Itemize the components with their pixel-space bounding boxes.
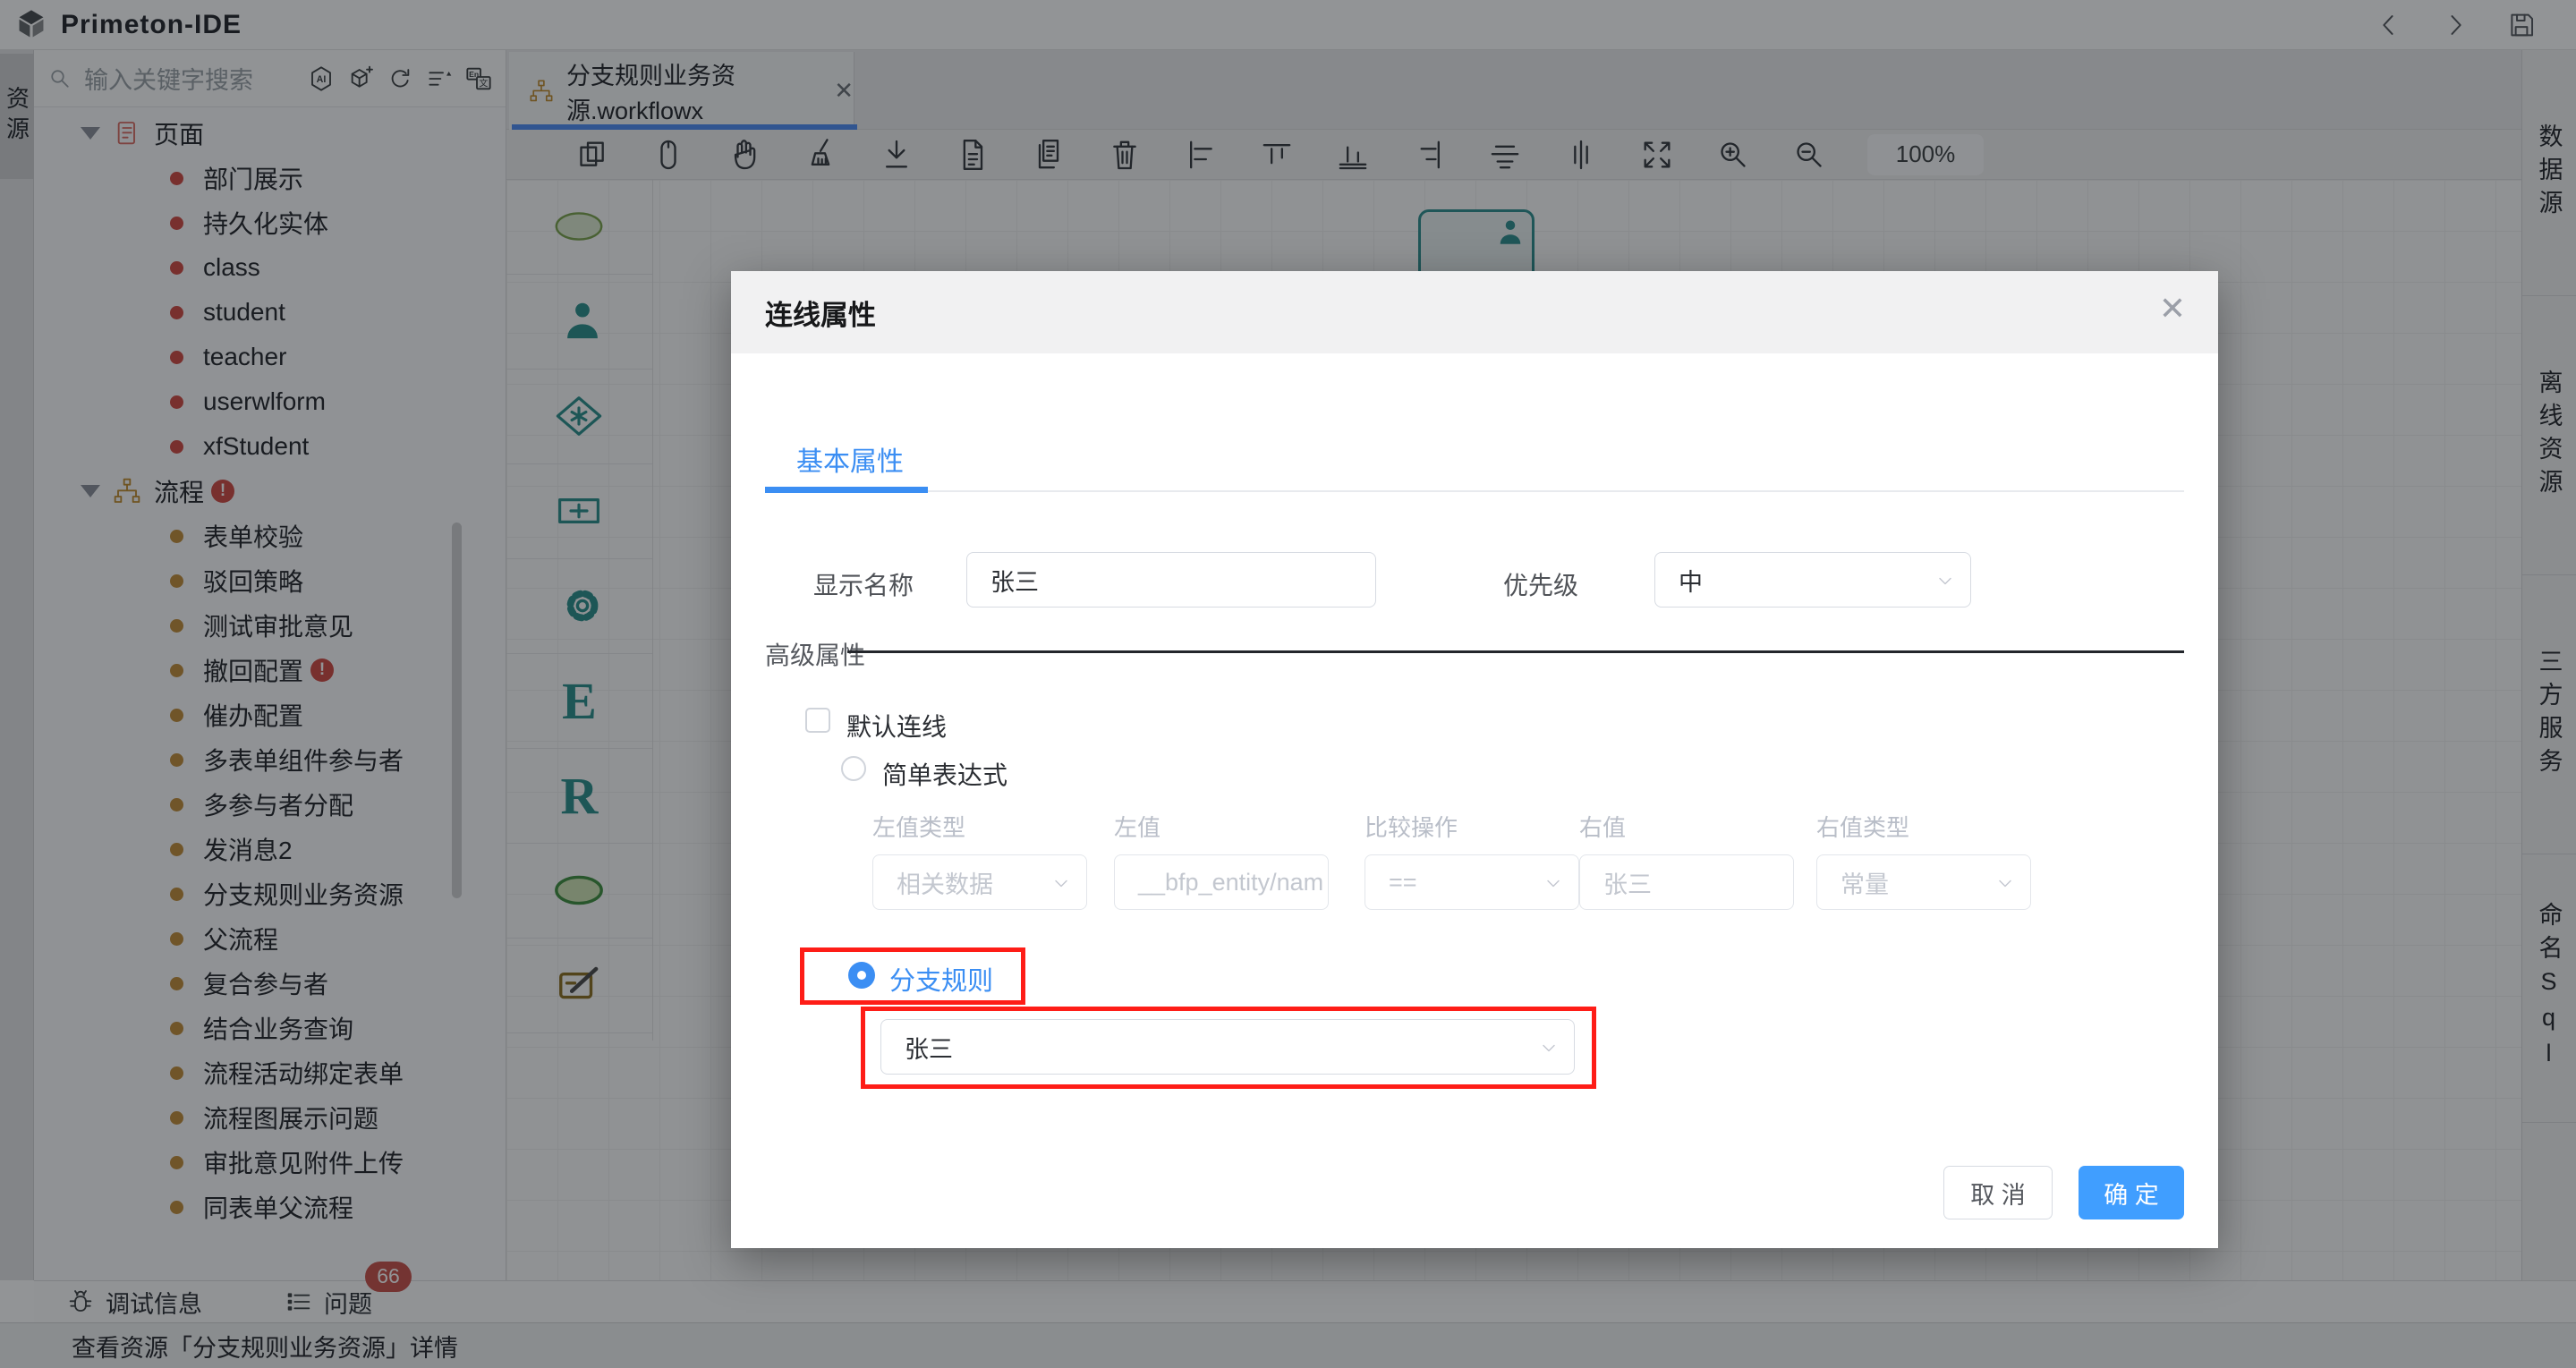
primeton-ide-window: Primeton-IDE 资源 输入关键字搜索 AI En 文 页面 部门展示 持久化实… [0,0,2576,1368]
default-line-checkbox[interactable] [805,708,830,733]
expr-label-比较操作: 比较操作 [1365,814,1458,841]
annotation-box-select [861,1007,1596,1089]
advanced-section-label: 高级属性 [765,642,866,669]
tab-separator-line [765,490,2184,492]
field-value: 相关数据 [897,871,993,898]
expr-select-左值类型[interactable]: 相关数据 [872,854,1087,910]
expr-input-右值[interactable]: 张三 [1579,854,1794,910]
tab-active-underline [765,487,928,493]
display-name-input[interactable]: 张三 [966,552,1376,608]
field-value: 张三 [1603,871,1652,898]
field-value: == [1389,868,1417,896]
annotation-box-radio [800,947,1025,1005]
expr-label-右值: 右值 [1579,814,1627,841]
expr-select-右值类型[interactable]: 常量 [1816,854,2031,910]
confirm-button[interactable]: 确 定 [2079,1166,2184,1219]
default-line-label: 默认连线 [846,713,948,741]
simple-expression-radio[interactable] [841,756,866,781]
expr-label-左值: 左值 [1114,814,1161,841]
field-value: 常量 [1841,871,1889,898]
simple-expression-label: 简单表达式 [882,761,1008,789]
priority-select[interactable]: 中 [1654,552,1971,608]
chevron-down-icon [1994,873,2016,895]
tab-basic-properties[interactable]: 基本属性 [796,439,904,479]
advanced-section-line [847,650,2184,653]
expr-select-比较操作[interactable]: == [1365,854,1579,910]
chevron-down-icon [1934,571,1956,592]
dialog-close-icon[interactable]: ✕ [2159,293,2186,325]
chevron-down-icon [1050,873,1072,895]
priority-label: 优先级 [1503,572,1579,599]
field-value: __bfp_entity/nam [1138,868,1324,896]
edge-properties-dialog: 连线属性 ✕ 基本属性 显示名称 张三 优先级 中 高级属性 默认连线 简单表达… [731,271,2218,1248]
expr-input-左值[interactable]: __bfp_entity/nam [1114,854,1329,910]
cancel-button[interactable]: 取 消 [1943,1166,2053,1219]
expr-label-右值类型: 右值类型 [1816,814,1910,841]
dialog-title: 连线属性 [765,299,876,331]
dialog-header: 连线属性 ✕ [731,271,2218,353]
chevron-down-icon [1543,873,1564,895]
expr-label-左值类型: 左值类型 [872,814,966,841]
display-name-label: 显示名称 [813,572,914,599]
